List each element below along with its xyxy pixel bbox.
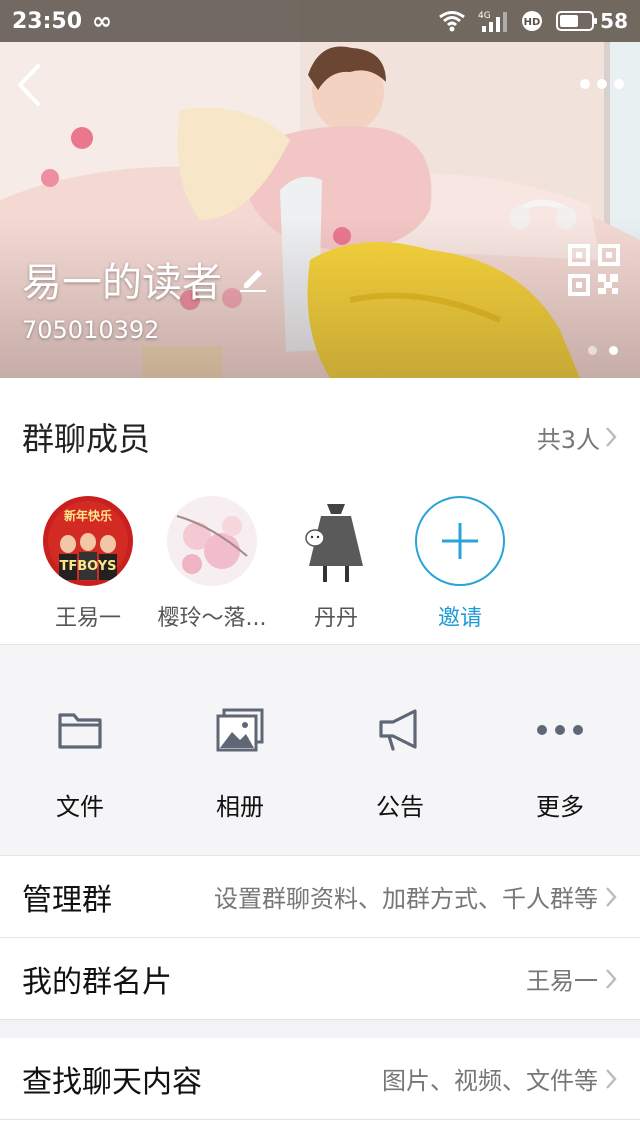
- battery-percent: 58: [600, 9, 628, 33]
- back-arrow-icon: [18, 64, 40, 106]
- members-count-label: 共3人: [536, 425, 600, 454]
- row-value-text: 设置群聊资料、加群方式、千人群等: [214, 885, 598, 913]
- wifi-icon: [438, 10, 466, 32]
- chevron-right-icon: [606, 968, 617, 989]
- member-item[interactable]: 丹丹: [274, 496, 398, 632]
- member-name: 樱玲～落...: [157, 606, 267, 631]
- group-id: 705010392: [22, 316, 160, 344]
- qr-code-button[interactable]: [568, 244, 620, 296]
- row-value: 王易一: [526, 961, 618, 996]
- action-label: 公告: [376, 793, 424, 821]
- row-value-text: 王易一: [526, 967, 598, 995]
- page-dot: [588, 346, 597, 355]
- hd-icon: HD: [520, 9, 544, 33]
- manage-group-row[interactable]: 管理群 设置群聊资料、加群方式、千人群等: [0, 856, 640, 938]
- section-divider: [0, 1020, 640, 1038]
- member-avatar: [291, 496, 381, 586]
- status-bar: 23:50 ∞ 4G HD 58: [0, 0, 640, 42]
- action-label: 文件: [56, 793, 104, 821]
- album-icon: [216, 707, 264, 753]
- next-row-peek: [0, 1120, 640, 1138]
- action-announcement[interactable]: 公告: [320, 645, 480, 855]
- infinity-icon: ∞: [92, 7, 113, 35]
- invite-circle: [415, 496, 505, 586]
- my-group-card-row[interactable]: 我的群名片 王易一: [0, 938, 640, 1020]
- search-chat-row[interactable]: 查找聊天内容 图片、视频、文件等: [0, 1038, 640, 1120]
- invite-button[interactable]: 邀请: [398, 496, 522, 632]
- member-name: 丹丹: [313, 606, 358, 631]
- chevron-right-icon: [606, 886, 617, 907]
- plus-icon: [442, 523, 478, 559]
- action-files[interactable]: 文件: [0, 645, 160, 855]
- battery-fill: [560, 15, 578, 27]
- group-name-row[interactable]: 易一的读者: [22, 250, 268, 308]
- battery-icon: [556, 11, 598, 31]
- svg-text:HD: HD: [524, 17, 541, 28]
- action-label: 相册: [216, 793, 264, 821]
- member-avatar: 新年快乐 TFBOYS: [43, 496, 133, 586]
- members-count[interactable]: 共3人: [537, 420, 618, 455]
- member-list: 新年快乐 TFBOYS 王易一 樱玲～落... 丹丹 邀请: [0, 496, 640, 632]
- invite-label: 邀请: [437, 606, 482, 631]
- member-avatar: [167, 496, 257, 586]
- more-icon: [536, 707, 584, 753]
- signal-4g-icon: 4G: [478, 9, 508, 33]
- svg-text:新年快乐: 新年快乐: [64, 508, 112, 523]
- cover-page-indicator: [588, 346, 618, 355]
- member-item[interactable]: 新年快乐 TFBOYS 王易一: [26, 496, 150, 632]
- dot-icon: [580, 79, 590, 89]
- members-section: 群聊成员 共3人 新年快乐 TFBOYS 王易一 樱玲～落... 丹丹 邀请: [0, 378, 640, 644]
- folder-icon: [56, 707, 104, 753]
- row-value: 设置群聊资料、加群方式、千人群等: [214, 879, 618, 914]
- svg-text:TFBOYS: TFBOYS: [59, 559, 116, 574]
- page-dot-active: [609, 346, 618, 355]
- qr-code-icon: [568, 244, 620, 296]
- group-name: 易一的读者: [22, 260, 222, 306]
- svg-text:4G: 4G: [478, 11, 491, 21]
- chevron-right-icon: [606, 427, 617, 447]
- row-value-text: 图片、视频、文件等: [382, 1067, 598, 1095]
- status-indicators: 4G HD 58: [438, 9, 628, 33]
- row-title: 我的群名片: [22, 964, 172, 1000]
- action-grid: 文件 相册 公告 更多: [0, 644, 640, 856]
- more-options-button[interactable]: [580, 74, 626, 94]
- action-album[interactable]: 相册: [160, 645, 320, 855]
- members-title: 群聊成员: [22, 420, 151, 458]
- member-name: 王易一: [54, 606, 121, 631]
- dot-icon: [614, 79, 624, 89]
- action-more[interactable]: 更多: [480, 645, 640, 855]
- dot-icon: [597, 79, 607, 89]
- row-title: 管理群: [22, 882, 112, 918]
- status-time: 23:50: [12, 8, 83, 34]
- members-header[interactable]: 群聊成员 共3人: [0, 378, 640, 496]
- chevron-right-icon: [606, 1068, 617, 1089]
- row-title: 查找聊天内容: [22, 1064, 202, 1100]
- megaphone-icon: [376, 707, 424, 753]
- back-button[interactable]: [10, 60, 50, 110]
- member-item[interactable]: 樱玲～落...: [150, 496, 274, 632]
- row-value: 图片、视频、文件等: [382, 1061, 618, 1096]
- action-label: 更多: [536, 793, 584, 821]
- edit-pencil-icon[interactable]: [238, 262, 268, 296]
- battery-indicator: 58: [556, 9, 628, 33]
